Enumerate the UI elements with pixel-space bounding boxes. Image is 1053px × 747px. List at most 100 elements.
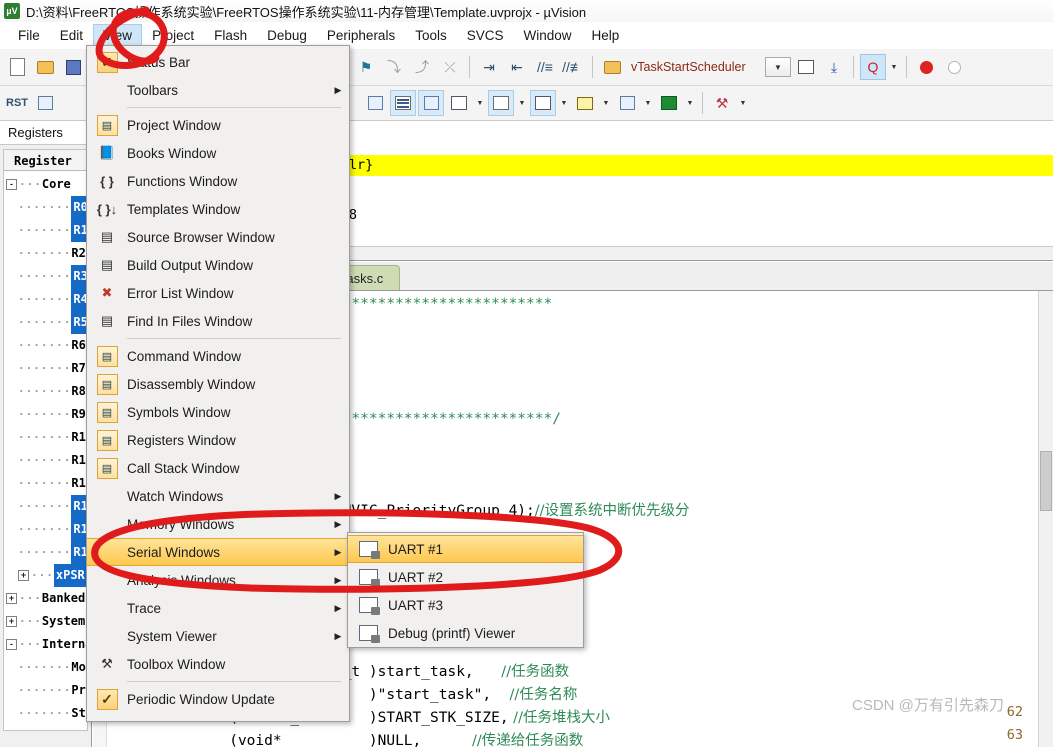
menu-item-window[interactable]: Window xyxy=(513,24,581,47)
register-row[interactable]: + ··· Banked xyxy=(4,587,87,610)
chevron-down-icon[interactable]: ▼ xyxy=(765,57,791,77)
view-menu-item-periodic-window-update[interactable]: ✓ Periodic Window Update xyxy=(87,685,349,713)
chevron-down-icon[interactable]: ▼ xyxy=(600,100,612,107)
view-menu-item-disassembly-window[interactable]: ▤ Disassembly Window xyxy=(87,370,349,398)
save-icon[interactable] xyxy=(60,54,86,80)
view-menu-item-find-in-files-window[interactable]: ▤ Find In Files Window xyxy=(87,307,349,335)
view-menu-item-call-stack-window[interactable]: ▤ Call Stack Window xyxy=(87,454,349,482)
chevron-down-icon[interactable]: ▼ xyxy=(558,100,570,107)
view-menu-item-build-output-window[interactable]: ▤ Build Output Window xyxy=(87,251,349,279)
view-menu-item-trace[interactable]: Trace ▶ xyxy=(87,594,349,622)
register-row[interactable]: ······· R2 xyxy=(4,242,87,265)
view-menu-item-toolbox-window[interactable]: ⚒ Toolbox Window xyxy=(87,650,349,678)
symbols-window-icon[interactable] xyxy=(362,90,388,116)
expand-icon[interactable]: + xyxy=(18,570,29,581)
menu-item-edit[interactable]: Edit xyxy=(50,24,93,47)
registers-tree[interactable]: - ··· Core ······· R0 ······· R1 ······· R2 ·····… xyxy=(3,171,88,731)
register-row[interactable]: ·······R12 xyxy=(4,472,87,495)
menu-item-flash[interactable]: Flash xyxy=(204,24,257,47)
system-viewer-icon[interactable] xyxy=(656,90,682,116)
record-dot-icon[interactable] xyxy=(913,54,939,80)
memory-window-icon[interactable] xyxy=(488,90,514,116)
menu-item-project[interactable]: Project xyxy=(142,24,204,47)
view-menu-item-templates-window[interactable]: { }↓ Templates Window xyxy=(87,195,349,223)
indent-icon[interactable]: ⇥ xyxy=(476,54,502,80)
view-menu-item-error-list-window[interactable]: ✖ Error List Window xyxy=(87,279,349,307)
serial-submenu-item-uart-2[interactable]: UART #2 xyxy=(348,563,583,591)
chevron-down-icon[interactable]: ▼ xyxy=(516,100,528,107)
outdent-icon[interactable]: ⇤ xyxy=(504,54,530,80)
expand-icon[interactable]: + xyxy=(6,616,17,627)
download-icon[interactable]: ⤓ xyxy=(821,54,847,80)
view-menu-item-watch-windows[interactable]: Watch Windows ▶ xyxy=(87,482,349,510)
view-menu-item-memory-windows[interactable]: Memory Windows ▶ xyxy=(87,510,349,538)
register-row[interactable]: ······· R7 xyxy=(4,357,87,380)
serial-window-icon[interactable] xyxy=(530,90,556,116)
step-list-icon[interactable] xyxy=(32,90,58,116)
register-row[interactable]: ·······Mode xyxy=(4,656,87,679)
breakpoint-flag-icon[interactable]: ⚑ xyxy=(353,54,379,80)
register-row[interactable]: ·······R15 xyxy=(4,541,87,564)
register-row[interactable]: ······· R5 xyxy=(4,311,87,334)
show-details-icon[interactable] xyxy=(793,54,819,80)
view-menu-item-toolbars[interactable]: Toolbars ▶ xyxy=(87,76,349,104)
register-row[interactable]: ······· R0 xyxy=(4,196,87,219)
comment-icon[interactable]: //≡ xyxy=(532,54,558,80)
register-row[interactable]: ······· R6 xyxy=(4,334,87,357)
register-row[interactable]: ······· R4 xyxy=(4,288,87,311)
view-menu-item-books-window[interactable]: 📘 Books Window xyxy=(87,139,349,167)
view-menu-item-analysis-windows[interactable]: Analysis Windows ▶ xyxy=(87,566,349,594)
step-into-icon[interactable]: ⤴ xyxy=(409,54,435,80)
chevron-down-icon[interactable]: ▼ xyxy=(737,100,749,107)
view-menu-item-registers-window[interactable]: ▤ Registers Window xyxy=(87,426,349,454)
menu-item-peripherals[interactable]: Peripherals xyxy=(317,24,405,47)
new-file-icon[interactable] xyxy=(4,54,30,80)
scrollbar-thumb[interactable] xyxy=(1040,451,1052,511)
register-row[interactable]: ·······R13 xyxy=(4,495,87,518)
uncomment-icon[interactable]: //≢ xyxy=(560,54,586,80)
collapse-icon[interactable]: - xyxy=(6,639,17,650)
register-row[interactable]: ·······R14 xyxy=(4,518,87,541)
view-menu-item-status-bar[interactable]: ✓ Status Bar xyxy=(87,48,349,76)
register-row[interactable]: ·······R10 xyxy=(4,426,87,449)
serial-submenu-item-uart-1[interactable]: UART #1 xyxy=(348,535,583,563)
step-over-icon[interactable]: ⤵ xyxy=(381,54,407,80)
step-out-icon[interactable]: ⤫ xyxy=(437,54,463,80)
register-row[interactable]: + ··· System xyxy=(4,610,87,633)
menu-item-svcs[interactable]: SVCS xyxy=(457,24,514,47)
serial-submenu-item-debug-printf-viewer[interactable]: Debug (printf) Viewer xyxy=(348,619,583,647)
menu-item-file[interactable]: File xyxy=(8,24,50,47)
expand-icon[interactable]: + xyxy=(6,593,17,604)
register-row[interactable]: ·······States xyxy=(4,725,87,730)
register-row[interactable]: ·······R11 xyxy=(4,449,87,472)
view-menu-item-symbols-window[interactable]: ▤ Symbols Window xyxy=(87,398,349,426)
chevron-down-icon[interactable]: ▼ xyxy=(888,64,900,71)
open-folder-icon[interactable] xyxy=(32,54,58,80)
analysis-window-icon[interactable] xyxy=(446,90,472,116)
reset-icon[interactable]: RST xyxy=(4,90,30,116)
register-row[interactable]: ·······Stack xyxy=(4,702,87,725)
view-dropdown-menu[interactable]: ✓ Status Bar Toolbars ▶ ▤ Project Window 📘 Book… xyxy=(86,45,350,722)
view-menu-item-source-browser-window[interactable]: ▤ Source Browser Window xyxy=(87,223,349,251)
menu-item-view[interactable]: View xyxy=(93,23,143,47)
view-menu-item-system-viewer[interactable]: System Viewer ▶ xyxy=(87,622,349,650)
serial-windows-submenu[interactable]: UART #1 UART #2 UART #3 Debug (printf) View… xyxy=(347,532,584,648)
view-menu-item-functions-window[interactable]: { } Functions Window xyxy=(87,167,349,195)
register-row[interactable]: ······· R9 xyxy=(4,403,87,426)
menu-item-debug[interactable]: Debug xyxy=(257,24,317,47)
editor-vertical-scrollbar[interactable] xyxy=(1038,291,1053,747)
register-row[interactable]: - ··· Core xyxy=(4,173,87,196)
register-row[interactable]: -···Internal xyxy=(4,633,87,656)
chevron-down-icon[interactable]: ▼ xyxy=(474,100,486,107)
chevron-down-icon[interactable]: ▼ xyxy=(684,100,696,107)
view-menu-item-command-window[interactable]: ▤ Command Window xyxy=(87,342,349,370)
magnify-debug-icon[interactable]: Q xyxy=(860,54,886,80)
toolbox-icon[interactable]: ⚒ xyxy=(709,90,735,116)
menu-item-help[interactable]: Help xyxy=(582,24,630,47)
register-row[interactable]: + ··· xPSR xyxy=(4,564,87,587)
logic-analyzer-icon[interactable] xyxy=(572,90,598,116)
target-combo-value[interactable]: vTaskStartScheduler xyxy=(627,56,763,78)
register-row[interactable]: ·······Privilege xyxy=(4,679,87,702)
chevron-down-icon[interactable]: ▼ xyxy=(642,100,654,107)
call-stack-icon[interactable] xyxy=(418,90,444,116)
